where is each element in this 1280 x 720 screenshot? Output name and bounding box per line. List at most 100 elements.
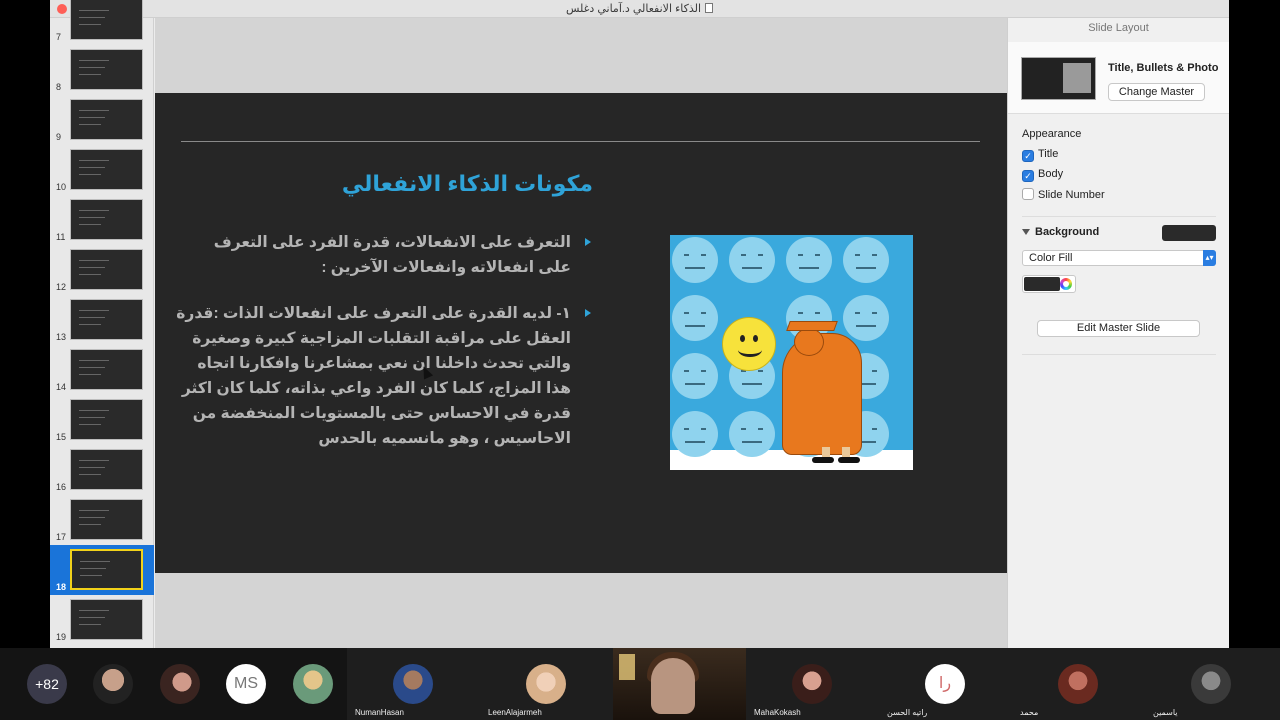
slide-thumbnail-row[interactable]: 9 <box>50 95 154 145</box>
slide-thumbnail-row[interactable]: 8 <box>50 45 154 95</box>
slide-thumbnail[interactable] <box>70 499 143 540</box>
participant-initials[interactable]: MS <box>226 664 266 704</box>
thumbnail-text-line <box>79 260 109 261</box>
disclosure-triangle-icon[interactable] <box>1022 229 1030 235</box>
slide-thumbnail-row[interactable]: 18 <box>50 545 154 595</box>
participant-initials: را <box>925 664 965 704</box>
checkbox[interactable] <box>1022 188 1034 200</box>
fill-type-select[interactable]: Color Fill ▴▾ <box>1022 250 1216 266</box>
slide-thumbnail[interactable] <box>70 49 143 90</box>
participant-avatar <box>526 664 566 704</box>
participant-name: راتيه الحسن <box>887 708 928 717</box>
appearance-checkbox-row[interactable]: Slide Number <box>1022 188 1105 202</box>
slide-number: 7 <box>56 32 62 42</box>
slide-thumbnail[interactable] <box>70 399 143 440</box>
bullet-item[interactable]: ١- لديه القدرة على التعرف على انفعالات ا… <box>171 301 571 451</box>
thumbnail-text-line <box>79 167 105 168</box>
slide-thumbnail[interactable] <box>70 549 143 590</box>
slide-thumbnail-row[interactable]: 11 <box>50 195 154 245</box>
fill-type-value: Color Fill <box>1029 252 1073 264</box>
neutral-face-icon <box>729 411 775 457</box>
thumbnail-text-line <box>79 324 101 325</box>
more-participants-button[interactable]: +82 <box>27 664 67 704</box>
slide-canvas[interactable]: مكونات الذكاء الانفعالي التعرف على الانف… <box>155 18 1007 648</box>
participant-avatar[interactable] <box>160 664 200 704</box>
window-title: الذكاء الانفعالي د.آماني دغلس <box>50 2 1229 15</box>
thumbnail-text-line <box>79 367 105 368</box>
edit-master-slide-button[interactable]: Edit Master Slide <box>1037 320 1200 337</box>
inspector-header[interactable]: Slide Layout <box>1008 18 1229 40</box>
checkbox[interactable]: ✓ <box>1022 150 1034 162</box>
slide-thumbnail-row[interactable]: 19 <box>50 595 154 645</box>
participant-tile[interactable]: MahaKokash <box>746 648 879 720</box>
thumbnail-text-line <box>79 110 109 111</box>
thumbnail-text-line <box>79 317 105 318</box>
slide-thumbnail[interactable] <box>70 149 143 190</box>
participant-avatar[interactable] <box>93 664 133 704</box>
slide-thumbnail-row[interactable]: 13 <box>50 295 154 345</box>
neutral-face-icon <box>672 237 718 283</box>
background-color-swatch[interactable] <box>1162 225 1216 241</box>
slide-thumbnail-row[interactable]: 12 <box>50 245 154 295</box>
checkbox[interactable]: ✓ <box>1022 170 1034 182</box>
slide-thumbnail-row[interactable]: 15 <box>50 395 154 445</box>
slide-navigator[interactable]: 7 8 9 10 11 12 13 14 15 16 17 18 19 <box>50 0 154 648</box>
slide-thumbnail[interactable] <box>70 0 143 40</box>
thumbnail-text-line <box>79 267 105 268</box>
thumbnail-text-line <box>79 374 101 375</box>
slide-thumbnail-row[interactable]: 16 <box>50 445 154 495</box>
participant-avatar <box>393 664 433 704</box>
slide-thumbnail[interactable] <box>70 199 143 240</box>
slide-number: 10 <box>56 182 67 192</box>
participant-name: محمد <box>1020 708 1039 717</box>
neutral-face-icon <box>672 411 718 457</box>
participant-tile[interactable]: محمد <box>1012 648 1145 720</box>
participant-tile[interactable]: NumanHasan <box>347 648 480 720</box>
slide-thumbnail[interactable] <box>70 99 143 140</box>
thumbnail-text-line <box>79 524 101 525</box>
slide-thumbnail[interactable] <box>70 299 143 340</box>
active-speaker-video[interactable] <box>613 648 746 720</box>
participant-name: ياسمين <box>1153 708 1178 717</box>
color-wheel-icon[interactable] <box>1060 278 1072 290</box>
titlebar: الذكاء الانفعالي د.آماني دغلس <box>50 0 1229 18</box>
participant-name: MahaKokash <box>754 708 801 717</box>
thumbnail-text-line <box>79 424 101 425</box>
slide-thumbnail-row[interactable]: 10 <box>50 145 154 195</box>
bullet-item[interactable]: التعرف على الانفعالات، قدرة الفرد على ال… <box>201 230 571 280</box>
video-person <box>651 658 695 714</box>
change-master-button[interactable]: Change Master <box>1108 83 1205 101</box>
slide-thumbnail[interactable] <box>70 599 143 640</box>
format-inspector: Slide Layout Title, Bullets & Photo Chan… <box>1007 18 1229 648</box>
thumbnail-text-line <box>79 310 109 311</box>
thumbnail-text-line <box>79 517 105 518</box>
thumbnail-text-line <box>79 510 109 511</box>
keynote-window: الذكاء الانفعالي د.آماني دغلس 7 8 9 10 11 12 1… <box>50 0 1229 648</box>
color-well[interactable] <box>1022 275 1076 293</box>
slide-18[interactable]: مكونات الذكاء الانفعالي التعرف على الانف… <box>155 93 1007 573</box>
slide-title[interactable]: مكونات الذكاء الانفعالي <box>342 171 593 197</box>
slide-thumbnail[interactable] <box>70 349 143 390</box>
thumbnail-text-line <box>79 10 109 11</box>
neutral-face-icon <box>729 237 775 283</box>
thumbnail-text-line <box>79 617 105 618</box>
slide-thumbnail-row[interactable]: 17 <box>50 495 154 545</box>
participant-avatar <box>1058 664 1098 704</box>
participant-tile[interactable]: ياسمين <box>1145 648 1280 720</box>
slide-thumbnail[interactable] <box>70 249 143 290</box>
slide-thumbnail-row[interactable]: 7 <box>50 0 154 45</box>
slide-photo[interactable] <box>670 235 913 470</box>
layout-thumbnail <box>1021 57 1096 100</box>
appearance-checkbox-row[interactable]: ✓ Body <box>1022 168 1063 182</box>
appearance-checkbox-row[interactable]: ✓ Title <box>1022 148 1058 162</box>
participant-tile[interactable]: LeenAlajarmeh <box>480 648 613 720</box>
layout-card: Title, Bullets & Photo Change Master <box>1008 42 1229 114</box>
participant-avatar[interactable] <box>293 664 333 704</box>
slide-thumbnail-row[interactable]: 14 <box>50 345 154 395</box>
thumbnail-text-line <box>79 160 109 161</box>
participant-tile[interactable]: را راتيه الحسن <box>879 648 1012 720</box>
color-swatch[interactable] <box>1024 277 1060 291</box>
video-lamp <box>619 654 635 680</box>
slide-thumbnail[interactable] <box>70 449 143 490</box>
thumbnail-text-line <box>79 60 109 61</box>
